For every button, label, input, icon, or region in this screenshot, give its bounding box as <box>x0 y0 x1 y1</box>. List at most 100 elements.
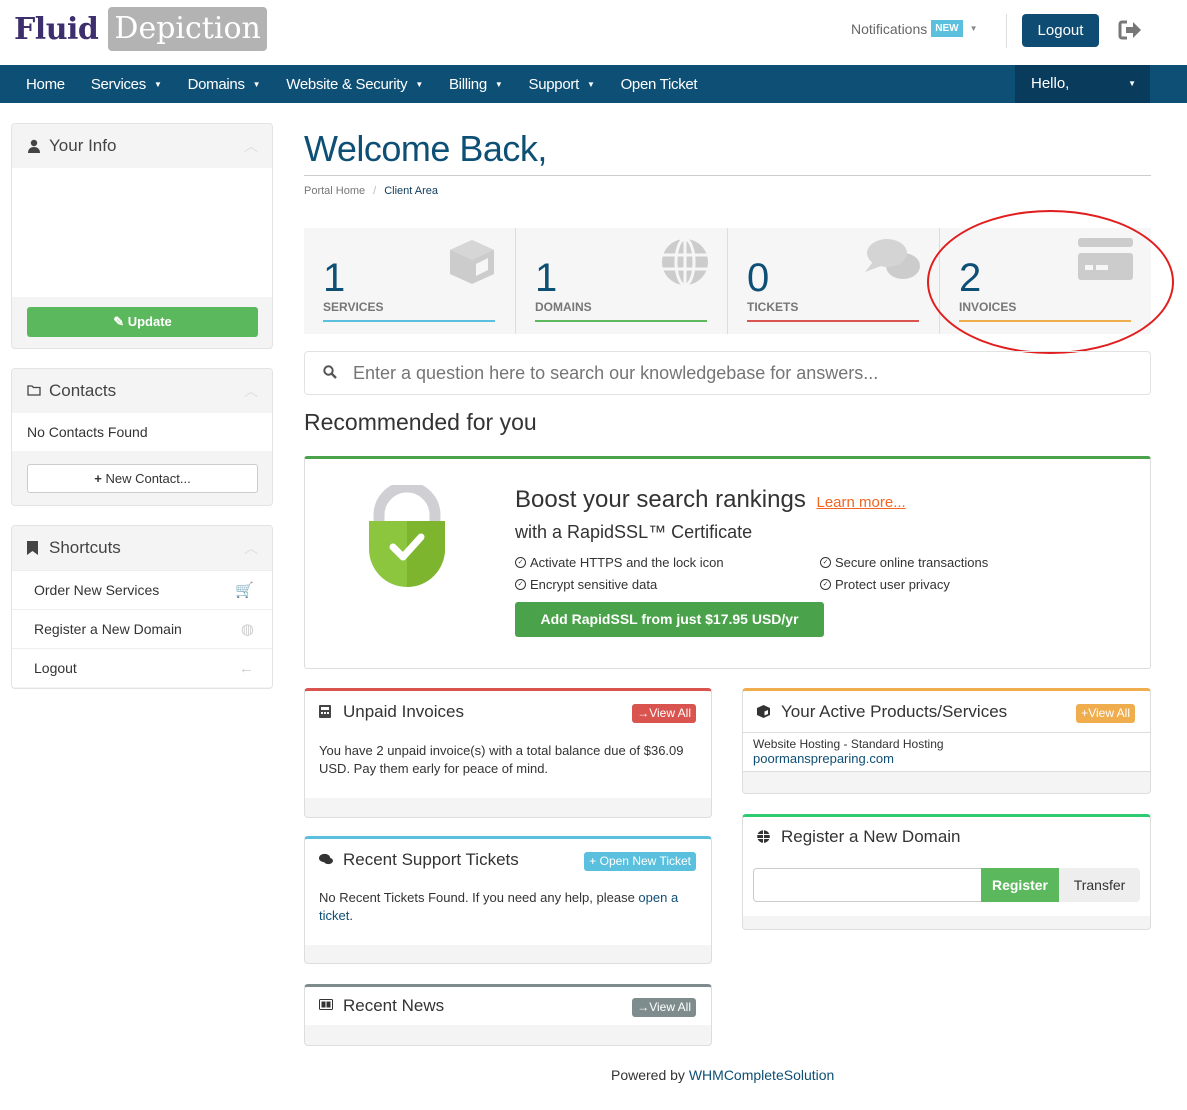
contacts-panel: Contacts ︿ No Contacts Found + New Conta… <box>11 368 273 506</box>
your-info-header[interactable]: Your Info ︿ <box>12 124 272 168</box>
promo-subheading: with a RapidSSL™ Certificate <box>515 522 753 542</box>
nav-domains-label: Domains <box>187 75 245 93</box>
recent-news-title: Recent News <box>343 996 445 1015</box>
nav-billing[interactable]: Billing ▼ <box>449 76 503 93</box>
shortcut-register-domain[interactable]: Register a New Domain ◍ <box>12 609 272 648</box>
open-new-ticket-label: Open New Ticket <box>599 854 691 868</box>
nav-services[interactable]: Services ▼ <box>91 76 162 93</box>
transfer-button[interactable]: Transfer <box>1059 868 1140 902</box>
nav-billing-label: Billing <box>448 75 487 93</box>
nav-website-security-label: Website & Security <box>286 75 408 93</box>
pencil-icon: ✎ <box>113 314 128 329</box>
products-view-all-button[interactable]: +View All <box>1076 704 1135 723</box>
contacts-header[interactable]: Contacts ︿ <box>12 369 272 413</box>
shortcut-logout[interactable]: Logout ← <box>12 648 272 687</box>
invoices-view-all-button[interactable]: →View All <box>632 704 696 723</box>
breadcrumb: Portal Home / Client Area <box>304 185 438 197</box>
globe-icon: ◍ <box>240 621 254 638</box>
open-new-ticket-button[interactable]: + Open New Ticket <box>584 852 696 871</box>
register-button[interactable]: Register <box>981 868 1059 902</box>
newspaper-icon <box>319 999 333 1013</box>
plus-icon: + <box>589 854 600 868</box>
account-label: Hello, <box>1031 75 1070 92</box>
nav-domains[interactable]: Domains ▼ <box>188 76 261 93</box>
nav-support[interactable]: Support ▼ <box>529 76 595 93</box>
footer-text: Powered by <box>611 1067 689 1083</box>
arrow-right-icon: → <box>637 706 650 720</box>
recent-news-header: Recent News →View All <box>305 987 711 1025</box>
kb-search-input[interactable] <box>353 362 1133 384</box>
tile-services[interactable]: 1 SERVICES <box>304 228 516 334</box>
register-domain-title: Register a New Domain <box>781 827 961 846</box>
user-icon <box>27 139 41 153</box>
register-domain-body: Register Transfer <box>743 857 1150 916</box>
nav-website-security[interactable]: Website & Security ▼ <box>286 76 423 93</box>
shortcuts-title: Shortcuts <box>49 538 121 557</box>
contacts-title: Contacts <box>49 381 117 400</box>
nav-services-label: Services <box>90 75 146 93</box>
no-contacts-text: No Contacts Found <box>12 413 272 451</box>
product-list-item[interactable]: Website Hosting - Standard Hosting poorm… <box>743 733 1150 772</box>
domains-accent-bar <box>535 320 707 322</box>
active-products-header: Your Active Products/Services +View All <box>743 691 1150 733</box>
nav-home-label: Home <box>26 75 65 93</box>
sign-out-icon[interactable] <box>1118 19 1142 41</box>
notifications-dropdown[interactable]: Notifications NEW ▼ <box>851 20 978 37</box>
unpaid-invoices-text: You have 2 unpaid invoice(s) with a tota… <box>305 733 711 798</box>
view-all-label: View All <box>649 1000 691 1014</box>
view-all-label: View All <box>649 706 691 720</box>
add-rapidssl-button[interactable]: Add RapidSSL from just $17.95 USD/yr <box>515 602 824 637</box>
check-circle-icon: ✓ <box>515 557 526 568</box>
globe-icon <box>661 237 709 289</box>
comments-icon <box>319 853 333 867</box>
tickets-label: TICKETS <box>747 300 799 314</box>
tile-tickets[interactable]: 0 TICKETS <box>728 228 940 334</box>
plus-icon: + <box>94 471 106 486</box>
promo-feature-text: Activate HTTPS and the lock icon <box>530 555 724 570</box>
product-domain-link[interactable]: poormanspreparing.com <box>753 751 1140 766</box>
recent-news-card: Recent News →View All <box>304 984 712 1046</box>
news-view-all-button[interactable]: →View All <box>632 998 696 1017</box>
register-domain-header: Register a New Domain <box>743 817 1150 857</box>
chevron-up-icon[interactable]: ︿ <box>244 538 258 558</box>
services-count: 1 <box>323 256 346 300</box>
padlock-icon <box>369 481 445 590</box>
support-tickets-body: No Recent Tickets Found. If you need any… <box>305 881 711 945</box>
unpaid-invoices-title: Unpaid Invoices <box>343 702 464 721</box>
promo-feature: ✓ Encrypt sensitive data <box>515 577 657 592</box>
shortcuts-header[interactable]: Shortcuts ︿ <box>12 526 272 570</box>
support-tickets-card: Recent Support Tickets + Open New Ticket… <box>304 836 712 964</box>
support-tickets-text-end: . <box>349 908 353 923</box>
breadcrumb-portal-home[interactable]: Portal Home <box>304 185 365 197</box>
learn-more-link[interactable]: Learn more... <box>816 494 905 511</box>
nav-open-ticket[interactable]: Open Ticket <box>621 76 698 93</box>
shortcut-label: Logout <box>34 660 77 676</box>
comments-icon <box>863 238 921 285</box>
promo-heading: Boost your search rankings <box>515 486 806 513</box>
notifications-badge: NEW <box>931 20 963 37</box>
view-all-label: View All <box>1088 706 1130 720</box>
domain-input[interactable] <box>753 868 982 902</box>
unpaid-invoices-header: Unpaid Invoices →View All <box>305 691 711 733</box>
brand-part1: Fluid <box>14 11 99 47</box>
check-circle-icon: ✓ <box>820 579 831 590</box>
cart-icon: 🛒 <box>235 582 254 599</box>
services-accent-bar <box>323 320 495 322</box>
update-button[interactable]: ✎ Update <box>27 307 258 337</box>
whmcs-link[interactable]: WHMCompleteSolution <box>689 1067 835 1083</box>
logout-button[interactable]: Logout <box>1022 14 1099 47</box>
chevron-up-icon[interactable]: ︿ <box>244 136 258 156</box>
shortcut-order-new-services[interactable]: Order New Services 🛒 <box>12 570 272 609</box>
new-contact-button[interactable]: + New Contact... <box>27 464 258 493</box>
promo-feature: ✓ Protect user privacy <box>820 577 950 592</box>
register-domain-card: Register a New Domain Register Transfer <box>742 814 1151 930</box>
domains-label: DOMAINS <box>535 300 592 314</box>
chevron-up-icon[interactable]: ︿ <box>244 381 258 401</box>
breadcrumb-client-area: Client Area <box>384 185 439 197</box>
brand-logo[interactable]: Fluid Depiction <box>14 7 267 51</box>
tile-domains[interactable]: 1 DOMAINS <box>516 228 728 334</box>
account-dropdown[interactable]: Hello, ▼ <box>1015 65 1150 103</box>
nav-home[interactable]: Home <box>26 76 65 93</box>
nav-open-ticket-label: Open Ticket <box>620 75 698 93</box>
nav-support-label: Support <box>528 75 580 93</box>
